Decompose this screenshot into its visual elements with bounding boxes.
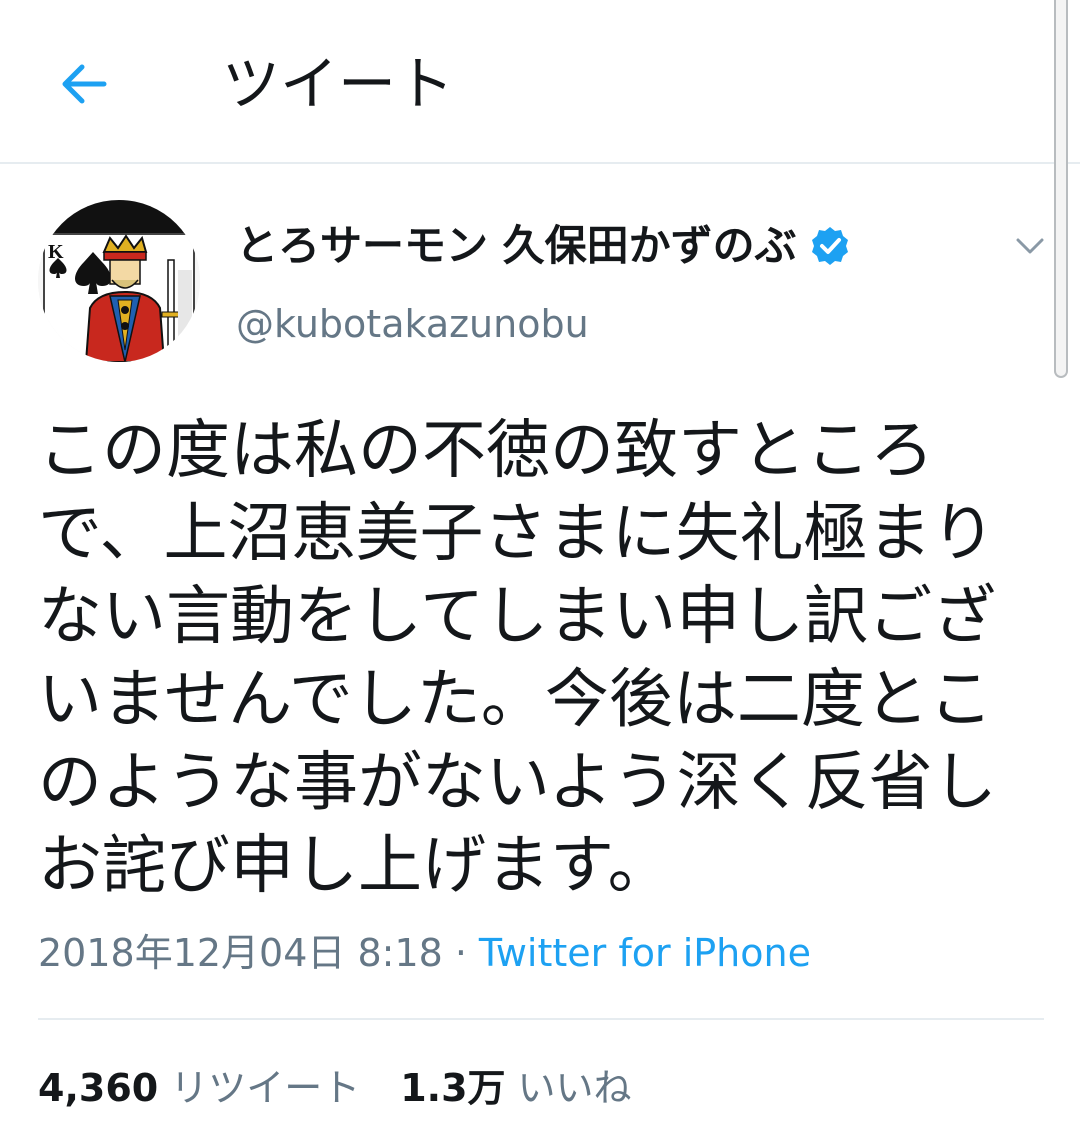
svg-text:K: K [48,241,64,263]
tweet-meta: 2018年12月04日 8:18 · Twitter for iPhone [38,925,811,981]
tweet-text-line: ない言動をしてしまい申し訳ござ [38,580,997,654]
user-handle[interactable]: @kubotakazunobu [236,294,589,354]
tweet-timestamp: 2018年12月04日 8:18 [38,931,443,975]
tweet-stats: 4,360 リツイート 1.3万 いいね [38,1058,632,1118]
tweet-text-line: お詫び申し上げます。 [38,829,672,903]
chevron-down-icon[interactable] [1012,228,1048,264]
tweet-source-link[interactable]: Twitter for iPhone [479,925,811,981]
tweet-text-line: のような事がないよう深く反省し [38,746,997,820]
retweets-label: リツイート [170,1066,361,1110]
back-button[interactable] [52,52,116,116]
divider [38,1018,1044,1020]
tweet-detail-screen: ツイート K とろサーモン 久保田かずのぶ @kubotakazunobu この… [0,0,1080,1126]
likes-label: いいね [517,1066,632,1110]
king-of-spades-card-icon: K [38,200,200,362]
retweets-count: 4,360 [38,1066,159,1110]
retweets-stat[interactable]: 4,360 リツイート [38,1058,360,1118]
tweet-text: この度は私の不徳の致すところ で、上沼恵美子さまに失礼極まり ない言動をしてしま… [38,410,1038,908]
user-name-row[interactable]: とろサーモン 久保田かずのぶ [236,216,851,276]
tweet-text-line: で、上沼恵美子さまに失礼極まり [38,497,996,571]
scrollbar[interactable] [1054,0,1068,378]
page-title: ツイート [222,50,455,118]
arrow-left-icon [62,64,107,104]
likes-count: 1.3万 [400,1066,506,1110]
display-name[interactable]: とろサーモン 久保田かずのぶ [236,216,797,276]
top-app-bar: ツイート [0,0,1080,164]
verified-badge-icon [811,227,848,265]
likes-stat[interactable]: 1.3万 いいね [400,1058,631,1118]
tweet-text-line: いませんでした。今後は二度とこ [38,663,993,737]
meta-separator: · [454,931,467,975]
tweet-text-line: この度は私の不徳の致すところ [38,414,934,488]
avatar[interactable]: K [38,200,200,362]
